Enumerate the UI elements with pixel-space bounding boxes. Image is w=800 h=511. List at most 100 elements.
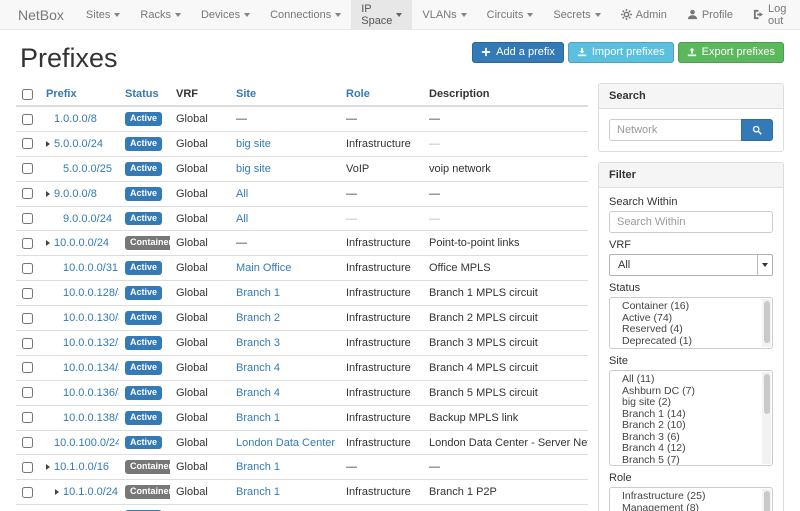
prefix-link[interactable]: 10.0.0.128/31: [63, 287, 119, 299]
search-input[interactable]: [609, 119, 742, 141]
site-link[interactable]: Branch 1: [236, 461, 280, 473]
row-checkbox[interactable]: [22, 487, 33, 498]
site-link[interactable]: All: [236, 188, 248, 200]
site-link[interactable]: Branch 1: [236, 287, 280, 299]
nav-item-profile[interactable]: Profile: [677, 0, 743, 29]
select-option[interactable]: Reserved (4): [610, 324, 772, 336]
select-option[interactable]: Branch 3 (6): [610, 432, 772, 444]
row-checkbox[interactable]: [22, 213, 33, 224]
select-option[interactable]: Active (74): [610, 313, 772, 325]
row-checkbox[interactable]: [22, 313, 33, 324]
prefix-link[interactable]: 9.0.0.0/24: [63, 213, 112, 225]
search-within-input[interactable]: [609, 211, 773, 233]
prefix-link[interactable]: 9.0.0.0/8: [54, 188, 97, 200]
prefix-link[interactable]: 10.0.0.0/24: [54, 237, 109, 249]
scrollbar[interactable]: [762, 489, 771, 511]
row-checkbox[interactable]: [22, 437, 33, 448]
site-link[interactable]: All: [236, 213, 248, 225]
site-link[interactable]: London Data Center: [236, 437, 335, 449]
site-multiselect[interactable]: All (11)Ashburn DC (7)big site (2)Branch…: [609, 370, 773, 466]
prefix-link[interactable]: 10.0.0.134/31: [63, 362, 119, 374]
nav-item-secrets[interactable]: Secrets: [543, 0, 610, 29]
row-checkbox[interactable]: [22, 238, 33, 249]
select-all-checkbox[interactable]: [22, 89, 33, 100]
brand-logo[interactable]: NetBox: [10, 0, 76, 29]
column-header-site[interactable]: Site: [230, 83, 340, 106]
scrollbar[interactable]: [762, 372, 771, 464]
row-checkbox[interactable]: [22, 163, 33, 174]
row-checkbox[interactable]: [22, 362, 33, 373]
prefix-link[interactable]: 1.0.0.0/8: [54, 113, 97, 125]
column-header-role[interactable]: Role: [340, 83, 423, 106]
site-link[interactable]: big site: [236, 138, 271, 150]
select-option[interactable]: Branch 2 (10): [610, 420, 772, 432]
prefix-link[interactable]: 5.0.0.0/25: [63, 163, 112, 175]
column-header-prefix[interactable]: Prefix: [40, 83, 119, 106]
nav-item-log-out[interactable]: Log out: [743, 0, 796, 29]
row-checkbox[interactable]: [22, 462, 33, 473]
select-option[interactable]: Branch 4 (12): [610, 443, 772, 455]
nav-item-devices[interactable]: Devices: [191, 0, 260, 29]
prefix-link[interactable]: 10.1.0.0/16: [54, 461, 109, 473]
prefix-link[interactable]: 10.0.0.138/31: [63, 412, 119, 424]
row-checkbox[interactable]: [22, 338, 33, 349]
site-link[interactable]: big site: [236, 163, 271, 175]
prefix-link[interactable]: 10.1.0.0/24: [63, 486, 118, 498]
site-link[interactable]: Main Office: [236, 262, 291, 274]
prefix-link[interactable]: 10.0.0.132/31: [63, 337, 119, 349]
nav-item-label: IP Space: [361, 3, 392, 27]
scrollbar-thumb[interactable]: [764, 374, 770, 414]
status-multiselect[interactable]: Container (16)Active (74)Reserved (4)Dep…: [609, 297, 773, 349]
select-option[interactable]: Branch 1 (14): [610, 409, 772, 421]
prefix-link[interactable]: 10.0.0.136/31: [63, 387, 119, 399]
nav-item-vlans[interactable]: VLANs: [412, 0, 476, 29]
role-multiselect[interactable]: Infrastructure (25)Management (8)Private…: [609, 487, 773, 511]
site-link[interactable]: Branch 3: [236, 337, 280, 349]
select-option[interactable]: big site (2): [610, 397, 772, 409]
row-checkbox[interactable]: [22, 412, 33, 423]
nav-item-connections[interactable]: Connections: [260, 0, 351, 29]
site-link[interactable]: Branch 4: [236, 387, 280, 399]
export-prefixes-button[interactable]: Export prefixes: [678, 42, 784, 63]
column-header-status[interactable]: Status: [119, 83, 170, 106]
site-link[interactable]: Branch 4: [236, 362, 280, 374]
select-option[interactable]: All (11): [610, 374, 772, 386]
search-button[interactable]: [741, 119, 773, 141]
row-checkbox[interactable]: [22, 188, 33, 199]
status-badge: Active: [125, 212, 162, 226]
nav-item-racks[interactable]: Racks: [130, 0, 191, 29]
table-row: 10.0.0.130/31ActiveGlobalBranch 2Infrast…: [16, 306, 588, 331]
prefix-link[interactable]: 10.0.0.130/31: [63, 312, 119, 324]
prefix-link[interactable]: 10.0.100.0/24: [54, 437, 119, 449]
nav-item-sites[interactable]: Sites: [76, 0, 130, 29]
nav-item-circuits[interactable]: Circuits: [477, 0, 544, 29]
vrf-select[interactable]: All: [609, 254, 773, 276]
nav-item-ip-space[interactable]: IP Space: [351, 0, 412, 29]
scrollbar-thumb[interactable]: [764, 301, 770, 343]
select-option[interactable]: Deprecated (1): [610, 336, 772, 348]
prefix-link[interactable]: 5.0.0.0/24: [54, 138, 103, 150]
table-row: 9.0.0.0/8ActiveGlobalAll——: [16, 181, 588, 206]
nav-item-label: Sites: [86, 9, 110, 21]
site-link[interactable]: Branch 2: [236, 312, 280, 324]
scrollbar[interactable]: [762, 299, 771, 347]
select-option[interactable]: Branch 5 (7): [610, 455, 772, 467]
status-badge: Active: [125, 336, 162, 350]
select-option[interactable]: Infrastructure (25): [610, 491, 772, 503]
add-prefix-button[interactable]: Add a prefix: [472, 42, 564, 63]
site-link[interactable]: Branch 1: [236, 486, 280, 498]
row-checkbox[interactable]: [22, 288, 33, 299]
import-prefixes-button[interactable]: Import prefixes: [568, 42, 674, 63]
nav-item-admin[interactable]: Admin: [611, 0, 677, 29]
table-row: 10.0.0.0/31ActiveGlobalMain OfficeInfras…: [16, 256, 588, 281]
select-option[interactable]: Management (8): [610, 503, 772, 511]
select-option[interactable]: Container (16): [610, 301, 772, 313]
prefix-link[interactable]: 10.0.0.0/31: [63, 262, 118, 274]
row-checkbox[interactable]: [22, 138, 33, 149]
row-checkbox[interactable]: [22, 114, 33, 125]
select-option[interactable]: Ashburn DC (7): [610, 386, 772, 398]
row-checkbox[interactable]: [22, 387, 33, 398]
scrollbar-thumb[interactable]: [764, 491, 770, 511]
row-checkbox[interactable]: [22, 263, 33, 274]
site-link[interactable]: Branch 1: [236, 412, 280, 424]
